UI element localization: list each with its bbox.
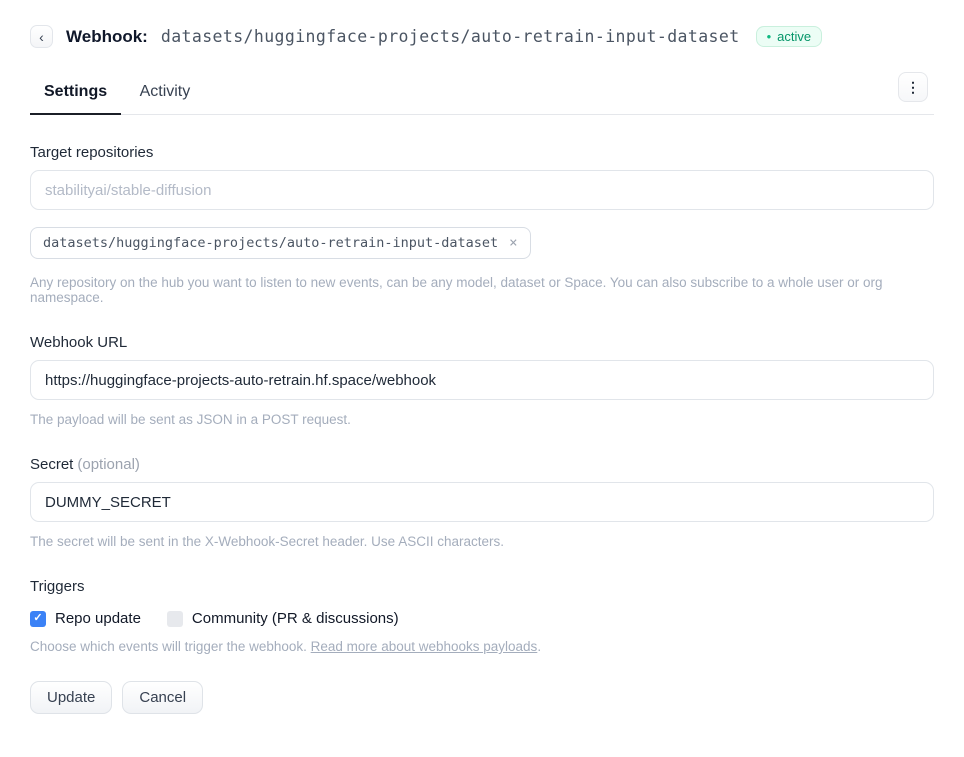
webhook-url-label: Webhook URL [30,334,934,351]
status-dot-icon: • [767,30,772,43]
secret-optional-label: (optional) [77,456,140,473]
webhook-url-help: The payload will be sent as JSON in a PO… [30,412,934,427]
target-repository-tag-label: datasets/huggingface-projects/auto-retra… [43,235,498,251]
update-button[interactable]: Update [30,681,112,714]
secret-section: Secret(optional) The secret will be sent… [30,456,934,549]
checkbox-repo-update[interactable]: ✓ Repo update [30,610,141,627]
triggers-label: Triggers [30,578,934,595]
target-repositories-section: Target repositories datasets/huggingface… [30,144,934,305]
checkbox-community-label: Community (PR & discussions) [192,610,399,627]
status-badge: • active [756,26,823,47]
secret-label: Secret(optional) [30,456,934,473]
kebab-menu-icon: ⋮ [906,79,920,96]
webhook-url-input[interactable] [30,360,934,400]
secret-help: The secret will be sent in the X-Webhook… [30,534,934,549]
remove-tag-icon[interactable]: × [509,236,517,250]
triggers-options: ✓ Repo update ✓ Community (PR & discussi… [30,610,934,627]
checkbox-repo-update-label: Repo update [55,610,141,627]
checkbox-icon[interactable]: ✓ [30,611,46,627]
checkbox-icon[interactable]: ✓ [167,611,183,627]
secret-input[interactable] [30,482,934,522]
triggers-section: Triggers ✓ Repo update ✓ Community (PR &… [30,578,934,654]
check-icon: ✓ [33,613,42,624]
back-button[interactable]: ‹ [30,25,53,48]
webhook-repo-path: datasets/huggingface-projects/auto-retra… [161,27,740,46]
tab-settings[interactable]: Settings [30,79,121,115]
webhooks-payloads-link[interactable]: Read more about webhooks payloads [311,639,538,654]
cancel-button[interactable]: Cancel [122,681,203,714]
target-repositories-help: Any repository on the hub you want to li… [30,275,934,305]
status-badge-label: active [777,29,811,44]
target-repositories-input[interactable] [30,170,934,210]
webhook-url-section: Webhook URL The payload will be sent as … [30,334,934,427]
target-repositories-label: Target repositories [30,144,934,161]
tab-bar: Settings Activity ⋮ [30,79,934,115]
chevron-left-icon: ‹ [39,30,44,44]
tab-activity[interactable]: Activity [126,79,205,113]
checkbox-community[interactable]: ✓ Community (PR & discussions) [167,610,399,627]
more-options-button[interactable]: ⋮ [898,72,928,102]
settings-form: Target repositories datasets/huggingface… [0,144,964,714]
triggers-help: Choose which events will trigger the web… [30,639,934,654]
form-actions: Update Cancel [30,681,934,714]
page-header: ‹ Webhook: datasets/huggingface-projects… [30,25,934,48]
page-title: Webhook: [66,27,148,47]
target-repository-tag[interactable]: datasets/huggingface-projects/auto-retra… [30,227,531,259]
